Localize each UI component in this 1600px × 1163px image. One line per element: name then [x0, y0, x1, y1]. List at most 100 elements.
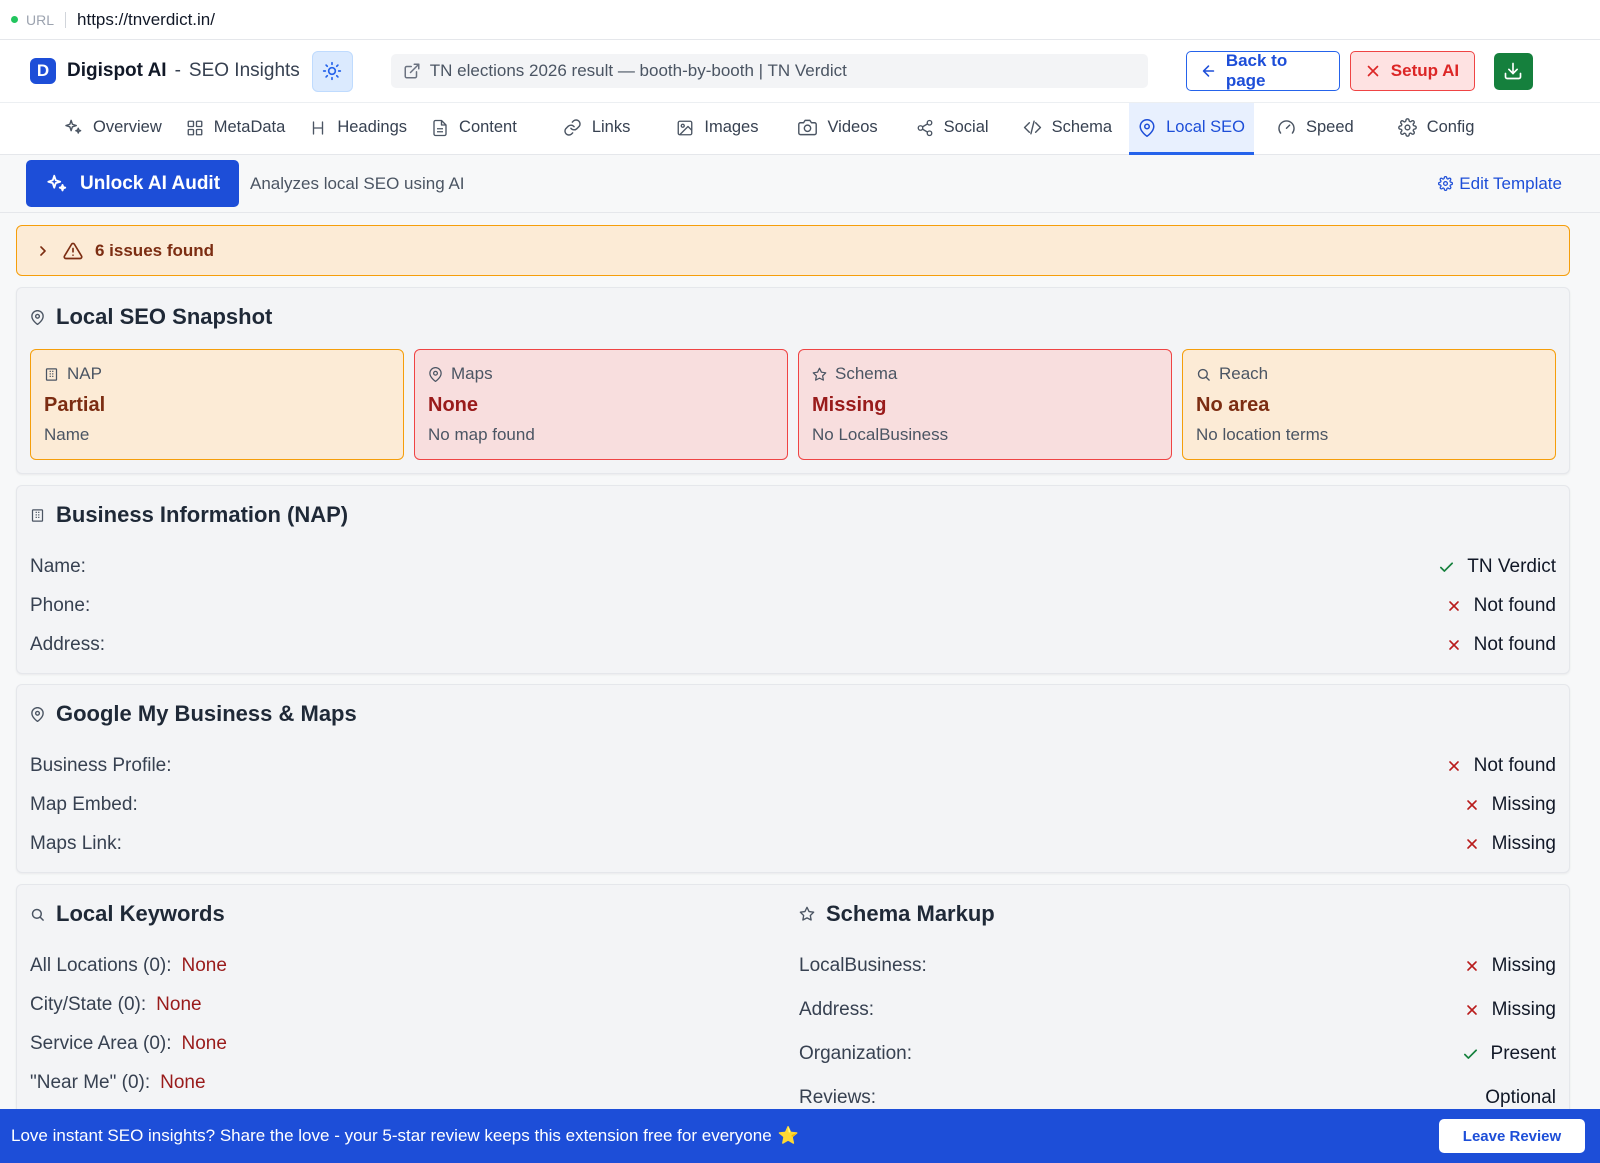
keyword-row: All Locations (0): None — [30, 951, 779, 981]
snapshot-nap-value: Partial — [44, 394, 106, 416]
tab-content[interactable]: Content — [422, 103, 526, 155]
logo: D — [30, 58, 56, 84]
star-icon — [799, 906, 815, 921]
unlock-ai-audit-label: Unlock AI Audit — [80, 172, 221, 194]
url-bar: URL https://tnverdict.in/ — [0, 0, 1600, 40]
value-text: Missing — [1491, 955, 1556, 976]
tab-schema[interactable]: Schema — [1014, 103, 1122, 155]
back-to-page-button[interactable]: Back to page — [1185, 51, 1340, 91]
theme-toggle-button[interactable] — [311, 50, 353, 92]
code-icon — [1023, 120, 1041, 135]
edit-template-link[interactable]: Edit Template — [1438, 174, 1562, 194]
tab-headings[interactable]: Headings — [300, 103, 416, 155]
tab-social[interactable]: Social — [907, 103, 998, 155]
download-button[interactable] — [1493, 52, 1533, 90]
divider — [65, 11, 67, 28]
row-label: City/State (0): — [30, 994, 147, 1015]
tab-speed[interactable]: Speed — [1268, 103, 1363, 155]
snapshot-reach-box: Reach No area No location terms — [1182, 349, 1556, 460]
tab-label: Headings — [337, 118, 408, 136]
brand-name: Digispot AI — [67, 60, 167, 81]
keywords-title-text: Local Keywords — [56, 901, 225, 926]
brand-separator: - — [174, 60, 181, 81]
warning-icon — [63, 242, 83, 259]
tab-label: Content — [459, 118, 517, 136]
row-value: None — [156, 994, 202, 1015]
map-pin-icon — [31, 309, 44, 325]
tab-bar: Overview MetaData Headings Content Links… — [0, 103, 1600, 155]
download-icon — [1504, 62, 1522, 80]
search-icon — [1197, 368, 1210, 381]
snapshot-title-text: Local SEO Snapshot — [56, 304, 273, 329]
snapshot-nap-sub: Name — [44, 425, 90, 444]
nap-title-text: Business Information (NAP) — [56, 502, 349, 527]
setup-ai-label: Setup AI — [1390, 61, 1460, 80]
image-icon — [677, 120, 693, 135]
tab-label: Videos — [827, 118, 878, 136]
snapshot-schema-sub: No LocalBusiness — [812, 425, 949, 444]
snapshot-reach-label: Reach — [1196, 364, 1542, 384]
row-label: Service Area (0): — [30, 1033, 172, 1054]
row-value: TN Verdict — [1438, 556, 1556, 578]
tab-overview[interactable]: Overview — [55, 103, 171, 155]
back-to-page-label: Back to page — [1225, 51, 1288, 90]
row-value: Not found — [1446, 634, 1556, 656]
row-label: Address: — [30, 634, 105, 655]
label-text: Schema — [835, 364, 898, 383]
page-title-field[interactable]: TN elections 2026 result — booth-by-boot… — [390, 54, 1148, 88]
tab-videos[interactable]: Videos — [789, 103, 886, 155]
tab-images[interactable]: Images — [667, 103, 767, 155]
tab-label: Overview — [93, 118, 162, 136]
gmb-title-text: Google My Business & Maps — [56, 701, 357, 726]
x-icon — [1448, 640, 1459, 650]
check-icon — [1463, 1048, 1477, 1059]
review-banner: Love instant SEO insights? Share the lov… — [0, 1109, 1600, 1163]
tab-label: Schema — [1051, 118, 1113, 136]
row-label: Address: — [799, 999, 874, 1020]
external-link-icon — [404, 63, 420, 79]
gauge-icon — [1278, 120, 1295, 134]
snapshot-schema-label: Schema — [812, 364, 1158, 384]
arrow-left-icon — [1202, 65, 1215, 77]
row-value: None — [181, 955, 227, 976]
keyword-row: Service Area (0): None — [30, 1029, 779, 1059]
star-icon: ⭐ — [777, 1126, 799, 1145]
tab-links[interactable]: Links — [554, 103, 640, 155]
link-icon — [564, 119, 581, 136]
value-text: TN Verdict — [1467, 556, 1556, 577]
issues-summary-toggle[interactable]: 6 issues found — [16, 225, 1570, 276]
tab-metadata[interactable]: MetaData — [177, 103, 295, 155]
setup-ai-button[interactable]: Setup AI — [1349, 51, 1475, 91]
row-value: Optional — [1485, 1087, 1556, 1108]
row-value: Missing — [1464, 999, 1556, 1021]
check-icon — [1440, 561, 1454, 572]
heading-icon — [313, 120, 324, 135]
building-icon — [31, 508, 44, 522]
gmb-row-business-profile: Business Profile: Not found — [30, 751, 1556, 781]
sparkle-icon — [47, 174, 67, 191]
app-header: D Digispot AI - SEO Insights TN election… — [0, 40, 1600, 103]
leave-review-button[interactable]: Leave Review — [1439, 1119, 1585, 1153]
row-value: Missing — [1464, 833, 1556, 855]
row-value: Not found — [1446, 755, 1556, 777]
row-label: All Locations (0): — [30, 955, 172, 976]
tab-label: MetaData — [213, 118, 286, 136]
keyword-row: City/State (0): None — [30, 990, 779, 1020]
x-icon — [1448, 761, 1459, 771]
unlock-ai-audit-button[interactable]: Unlock AI Audit — [26, 160, 239, 207]
snapshot-maps-label: Maps — [428, 364, 774, 384]
tab-local-seo[interactable]: Local SEO — [1129, 103, 1254, 155]
tab-label: Images — [704, 118, 759, 136]
document-icon — [433, 119, 447, 136]
tab-config[interactable]: Config — [1389, 103, 1484, 155]
nap-row-address: Address: Not found — [30, 630, 1556, 660]
url-text[interactable]: https://tnverdict.in/ — [77, 10, 215, 30]
gmb-row-map-embed: Map Embed: Missing — [30, 790, 1556, 820]
gmb-title: Google My Business & Maps — [30, 701, 357, 727]
snapshot-reach-value: No area — [1196, 394, 1270, 416]
x-icon — [1466, 961, 1477, 971]
value-text: Missing — [1491, 999, 1556, 1020]
label-text: Maps — [451, 364, 493, 383]
ai-audit-row: Unlock AI Audit Analyzes local SEO using… — [0, 155, 1600, 213]
issues-count-label: 6 issues found — [95, 240, 215, 260]
